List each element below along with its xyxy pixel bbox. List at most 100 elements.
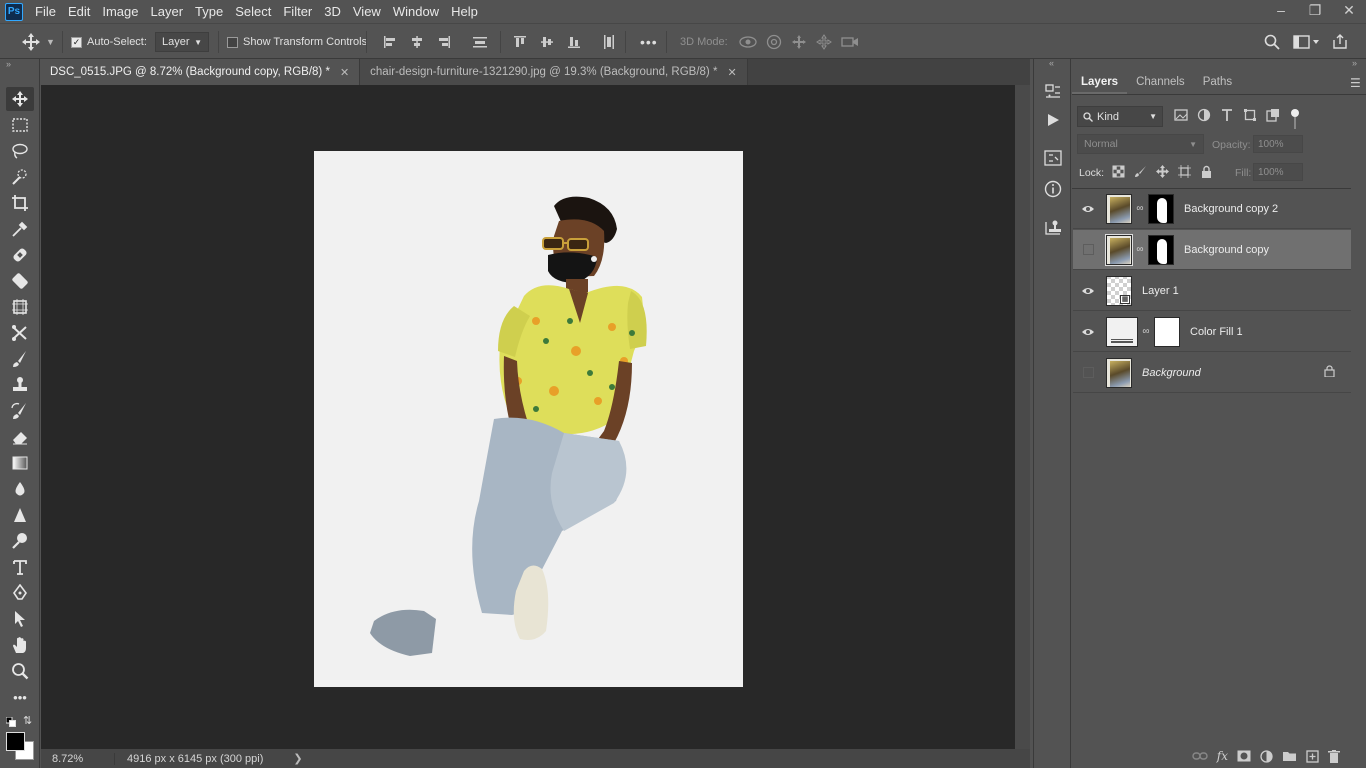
3d-orbit-icon[interactable]	[739, 34, 757, 50]
frame-tool-icon[interactable]	[6, 295, 34, 319]
tab-chair-design[interactable]: chair-design-furniture-1321290.jpg @ 19.…	[360, 59, 748, 85]
history-brush-tool-icon[interactable]	[6, 399, 34, 423]
show-transform-checkbox[interactable]: Show Transform Controls	[227, 24, 367, 60]
layer-thumbnail[interactable]: ▦	[1106, 275, 1132, 306]
info-icon[interactable]	[1042, 178, 1064, 200]
new-group-icon[interactable]	[1282, 750, 1297, 762]
edit-toolbar-icon[interactable]: •••	[6, 685, 34, 709]
visibility-toggle[interactable]	[1073, 353, 1103, 393]
lasso-tool-icon[interactable]	[6, 139, 34, 163]
align-middle-icon[interactable]	[540, 35, 554, 49]
hand-tool-icon[interactable]	[6, 633, 34, 657]
layer-thumbnail[interactable]	[1106, 357, 1132, 388]
layer-name[interactable]: Color Fill 1	[1190, 326, 1243, 338]
lock-pixels-icon[interactable]	[1134, 165, 1147, 178]
adjustment-filter-icon[interactable]	[1197, 108, 1211, 122]
visibility-eye-icon[interactable]	[1073, 271, 1103, 311]
healing-brush-tool-icon[interactable]	[6, 243, 34, 267]
blend-mode-dropdown[interactable]: Normal ▼	[1077, 134, 1204, 154]
menu-select[interactable]: Select	[229, 0, 277, 23]
photoshop-logo[interactable]: Ps	[5, 2, 23, 21]
layer-row-layer-1[interactable]: ▦ Layer 1	[1073, 271, 1351, 311]
blur-tool-icon[interactable]	[6, 477, 34, 501]
bandage-tool-icon[interactable]	[6, 269, 34, 293]
lock-all-icon[interactable]	[1200, 165, 1213, 178]
layer-row-background-copy[interactable]: ∞ Background copy	[1073, 230, 1351, 270]
fill-layer-thumbnail[interactable]	[1106, 316, 1138, 347]
layer-mask-thumbnail[interactable]	[1154, 316, 1180, 347]
delete-layer-icon[interactable]	[1328, 749, 1340, 763]
auto-select-checkbox[interactable]: ✓ Auto-Select:	[71, 24, 147, 60]
lock-position-icon[interactable]	[1156, 165, 1169, 178]
tab-dsc-0515[interactable]: DSC_0515.JPG @ 8.72% (Background copy, R…	[40, 59, 361, 85]
new-layer-icon[interactable]	[1306, 749, 1319, 763]
tab-layers[interactable]: Layers	[1072, 69, 1128, 94]
tab-channels[interactable]: Channels	[1127, 69, 1194, 94]
3d-pan-icon[interactable]	[791, 34, 807, 50]
distribute-vertical-icon[interactable]	[602, 34, 616, 50]
visibility-eye-icon[interactable]	[1073, 312, 1103, 352]
eyedropper-tool-icon[interactable]	[6, 217, 34, 241]
align-left-icon[interactable]	[383, 35, 397, 49]
adjustment-layer-icon[interactable]	[1260, 749, 1273, 763]
menu-window[interactable]: Window	[387, 0, 445, 23]
layer-thumbnail[interactable]	[1105, 233, 1133, 266]
type-tool-icon[interactable]	[6, 555, 34, 579]
layer-row-background[interactable]: Background	[1073, 353, 1351, 393]
menu-layer[interactable]: Layer	[145, 0, 190, 23]
3d-slide-icon[interactable]	[816, 34, 832, 50]
brush-tool-icon[interactable]	[6, 347, 34, 371]
image-filter-icon[interactable]	[1174, 108, 1188, 122]
layer-name[interactable]: Background copy	[1184, 244, 1269, 256]
minimize-icon[interactable]: –	[1264, 0, 1298, 20]
status-menu-chevron-icon[interactable]: ❯	[293, 752, 302, 765]
zoom-tool-icon[interactable]	[6, 659, 34, 683]
fill-input[interactable]: 100%	[1253, 163, 1303, 181]
filter-toggle-icon[interactable]	[1289, 108, 1301, 130]
shape-filter-icon[interactable]	[1243, 108, 1257, 122]
layer-mask-thumbnail[interactable]	[1148, 234, 1174, 265]
collapse-toolbar-icon[interactable]: »	[6, 59, 11, 69]
scissors-tool-icon[interactable]	[6, 321, 34, 345]
swap-colors-icon[interactable]: ⇅	[23, 714, 32, 727]
collapse-panels-icon[interactable]: «	[1049, 58, 1054, 68]
panel-menu-icon[interactable]: ☰	[1350, 76, 1361, 90]
close-icon[interactable]: ✕	[1332, 0, 1366, 20]
tab-paths[interactable]: Paths	[1194, 69, 1241, 94]
menu-view[interactable]: View	[347, 0, 387, 23]
sharpen-tool-icon[interactable]	[6, 503, 34, 527]
layer-row-background-copy-2[interactable]: ∞ Background copy 2	[1073, 189, 1351, 229]
menu-file[interactable]: File	[29, 0, 62, 23]
align-bottom-icon[interactable]	[567, 35, 581, 49]
close-icon[interactable]: ✕	[340, 66, 349, 79]
clone-source-icon[interactable]	[1042, 217, 1064, 239]
distribute-icon[interactable]	[472, 35, 488, 49]
pen-tool-icon[interactable]	[6, 581, 34, 605]
visibility-toggle[interactable]	[1073, 230, 1103, 270]
adjustments-icon[interactable]	[1042, 147, 1064, 169]
layer-thumbnail[interactable]	[1106, 193, 1132, 224]
restore-icon[interactable]: ❐	[1298, 0, 1332, 20]
add-mask-icon[interactable]	[1237, 750, 1251, 762]
workspace-icon[interactable]	[1293, 34, 1319, 50]
actions-play-icon[interactable]	[1042, 109, 1064, 131]
smart-object-filter-icon[interactable]	[1266, 108, 1280, 122]
menu-filter[interactable]: Filter	[277, 0, 318, 23]
lock-transparent-icon[interactable]	[1112, 165, 1125, 178]
move-tool-icon[interactable]	[6, 87, 34, 111]
layer-row-color-fill-1[interactable]: ∞ Color Fill 1	[1073, 312, 1351, 352]
align-right-icon[interactable]	[437, 35, 451, 49]
type-filter-icon[interactable]	[1220, 108, 1234, 122]
lock-icon[interactable]	[1324, 365, 1335, 380]
gradient-tool-icon[interactable]	[6, 451, 34, 475]
menu-image[interactable]: Image	[96, 0, 144, 23]
share-icon[interactable]	[1332, 34, 1348, 50]
quick-selection-tool-icon[interactable]	[6, 165, 34, 189]
zoom-level[interactable]: 8.72%	[52, 753, 112, 765]
layer-name[interactable]: Background	[1142, 367, 1201, 379]
path-selection-tool-icon[interactable]	[6, 607, 34, 631]
document-canvas[interactable]	[314, 151, 743, 687]
search-icon[interactable]	[1264, 34, 1280, 50]
tool-preset-chevron-icon[interactable]: ▼	[46, 24, 55, 60]
foreground-color-swatch[interactable]	[6, 732, 25, 751]
